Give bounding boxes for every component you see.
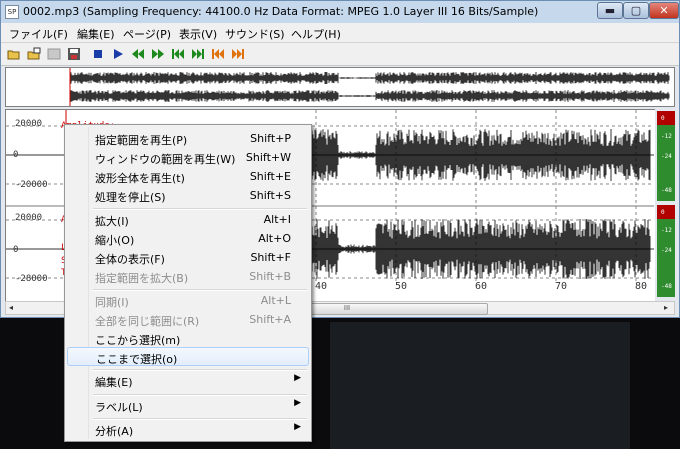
desktop-wallpaper-area — [330, 322, 630, 449]
menu-item-label: 処理を停止(S) — [95, 191, 166, 204]
meter-label: -12 — [661, 133, 672, 140]
menu-item-play-all[interactable]: 波形全体を再生(t) Shift+E — [67, 167, 309, 186]
level-meter-peak — [657, 205, 675, 219]
menu-item-shortcut: Alt+O — [258, 232, 291, 245]
skip-forward-orange-icon[interactable] — [231, 47, 245, 61]
scroll-left-arrow-icon[interactable]: ◂ — [9, 303, 13, 312]
toolbar — [1, 43, 679, 66]
menu-item-play-selection[interactable]: 指定範囲を再生(P) Shift+P — [67, 129, 309, 148]
meter-label: 0 — [661, 209, 665, 216]
y-tick-label: 0 — [13, 245, 19, 255]
open-folder-icon[interactable] — [7, 47, 21, 61]
menu-item-stop[interactable]: 処理を停止(S) Shift+S — [67, 186, 309, 205]
x-tick-label: 50 — [395, 281, 408, 292]
menu-item-play-window[interactable]: ウィンドウの範囲を再生(W) Shift+W — [67, 148, 309, 167]
menu-item-label: 指定範囲を拡大(B) — [95, 272, 189, 285]
menu-item-label: 縮小(O) — [95, 234, 135, 247]
stop-icon[interactable] — [91, 47, 105, 61]
menu-item-label: ここまで選択(o) — [96, 353, 178, 366]
menu-item-analysis-submenu[interactable]: 分析(A) ▶ — [67, 420, 309, 439]
meter-label: 0 — [661, 115, 665, 122]
save-icon[interactable] — [67, 47, 81, 61]
menu-item-shortcut: Alt+I — [263, 213, 291, 226]
y-tick-label: 20000 — [15, 213, 43, 223]
menu-edit[interactable]: 編集(E) — [77, 26, 115, 42]
waveform-overview[interactable] — [5, 67, 675, 107]
menu-item-edit-submenu[interactable]: 編集(E) ▶ — [67, 371, 309, 390]
menu-item-label-submenu[interactable]: ラベル(L) ▶ — [67, 396, 309, 415]
y-tick-label: 0 — [13, 150, 19, 160]
y-tick-label: -28000 — [15, 274, 48, 284]
menu-item-shortcut: Shift+F — [250, 251, 291, 264]
menu-item-select-from-here[interactable]: ここから選択(m) — [67, 329, 309, 348]
menu-item-label: 編集(E) — [95, 376, 133, 389]
waveform-trace — [69, 90, 670, 102]
submenu-arrow-icon: ▶ — [294, 398, 301, 408]
menu-item-shortcut: Alt+L — [260, 294, 291, 307]
menu-item-label: 拡大(I) — [95, 215, 129, 228]
y-tick-label: 20000 — [15, 119, 43, 129]
submenu-arrow-icon: ▶ — [294, 422, 301, 432]
x-tick-label: 60 — [475, 281, 488, 292]
menu-item-zoom-in[interactable]: 拡大(I) Alt+I — [67, 210, 309, 229]
menu-item-zoom-selection[interactable]: 指定範囲を拡大(B) Shift+B — [67, 267, 309, 286]
open-recent-icon[interactable] — [27, 47, 41, 61]
menu-item-select-to-here[interactable]: ここまで選択(o) — [67, 347, 309, 366]
skip-back-orange-icon[interactable] — [211, 47, 225, 61]
menu-item-shortcut: Shift+W — [245, 151, 291, 164]
x-tick-label: 80 — [635, 281, 648, 292]
meter-label: -24 — [661, 153, 672, 160]
level-meter-peak — [657, 111, 675, 125]
minimize-button[interactable]: ▬ — [597, 2, 623, 19]
menu-item-shortcut: Shift+S — [249, 189, 291, 202]
menu-item-sync[interactable]: 同期(I) Alt+L — [67, 291, 309, 310]
meter-label: -48 — [661, 187, 672, 194]
meter-label: -12 — [661, 227, 672, 234]
maximize-button[interactable]: ▢ — [623, 2, 649, 19]
app-icon[interactable]: SP — [5, 5, 19, 19]
meter-label: -24 — [661, 247, 672, 254]
menu-item-show-all[interactable]: 全体の表示(F) Shift+F — [67, 248, 309, 267]
menu-item-shortcut: Shift+P — [250, 132, 291, 145]
menu-help[interactable]: ヘルプ(H) — [291, 26, 341, 42]
menu-item-label: ラベル(L) — [95, 401, 143, 414]
menu-page[interactable]: ページ(P) — [123, 26, 171, 42]
menu-item-label: 全体の表示(F) — [95, 253, 165, 266]
menu-item-zoom-out[interactable]: 縮小(O) Alt+O — [67, 229, 309, 248]
context-menu: 指定範囲を再生(P) Shift+P ウィンドウの範囲を再生(W) Shift+… — [64, 124, 312, 442]
rewind-icon[interactable] — [131, 47, 145, 61]
menu-item-same-range[interactable]: 全部を同じ範囲に(R) Shift+A — [67, 310, 309, 329]
menu-item-label: 同期(I) — [95, 296, 129, 309]
menu-item-label: 分析(A) — [95, 425, 134, 438]
menu-bar: ファイル(F) 編集(E) ページ(P) 表示(V) サウンド(S) ヘルプ(H… — [1, 23, 679, 43]
menu-item-label: 全部を同じ範囲に(R) — [95, 315, 200, 328]
scroll-right-arrow-icon[interactable]: ▸ — [664, 303, 668, 312]
menu-item-shortcut: Shift+A — [249, 313, 291, 326]
menu-item-shortcut: Shift+E — [249, 170, 291, 183]
menu-item-label: ウィンドウの範囲を再生(W) — [95, 153, 236, 166]
submenu-arrow-icon: ▶ — [294, 373, 301, 383]
overview-waveform — [69, 68, 670, 106]
menu-item-shortcut: Shift+B — [249, 270, 291, 283]
menu-sound[interactable]: サウンド(S) — [225, 26, 285, 42]
menu-file[interactable]: ファイル(F) — [9, 26, 68, 42]
menu-item-label: ここから選択(m) — [95, 334, 181, 347]
menu-item-label: 波形全体を再生(t) — [95, 172, 185, 185]
x-tick-label: 70 — [555, 281, 568, 292]
title-bar[interactable]: SP 0002.mp3 (Sampling Frequency: 44100.0… — [1, 1, 679, 23]
meter-label: -48 — [661, 283, 672, 290]
disabled-save-icon[interactable] — [47, 47, 61, 61]
play-icon[interactable] — [111, 47, 125, 61]
skip-start-icon[interactable] — [171, 47, 185, 61]
menu-view[interactable]: 表示(V) — [179, 26, 217, 42]
fast-forward-icon[interactable] — [151, 47, 165, 61]
waveform-trace — [69, 72, 670, 84]
window-title: 0002.mp3 (Sampling Frequency: 44100.0 Hz… — [23, 5, 539, 18]
x-tick-label: 40 — [315, 281, 328, 292]
menu-item-label: 指定範囲を再生(P) — [95, 134, 188, 147]
close-button[interactable]: ✕ — [649, 2, 679, 19]
skip-end-icon[interactable] — [191, 47, 205, 61]
y-tick-label: -20000 — [15, 180, 48, 190]
